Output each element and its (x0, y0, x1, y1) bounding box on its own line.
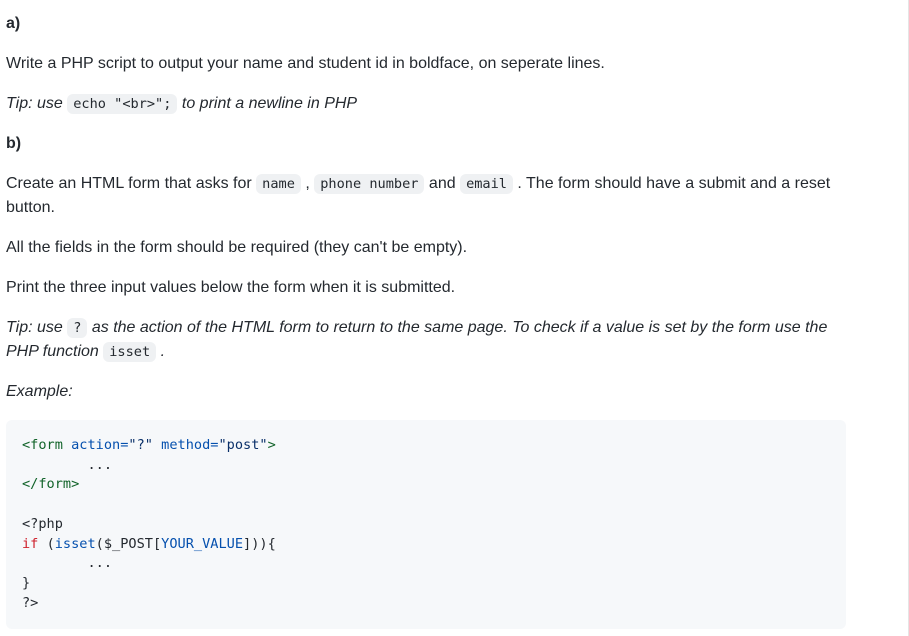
sep2: and (424, 175, 460, 192)
section-b-heading: b) (6, 132, 850, 156)
section-a-tip: Tip: use echo "<br>"; to print a newline… (6, 92, 850, 116)
section-b-intro: Create an HTML form that asks for name ,… (6, 172, 850, 220)
document-content: a) Write a PHP script to output your nam… (6, 0, 850, 629)
tip2-code-q: ? (67, 318, 87, 338)
example-label: Example: (6, 380, 850, 404)
section-a-heading: a) (6, 12, 850, 36)
tip-a-prefix: Tip: use (6, 95, 67, 112)
tip2-suffix: . (156, 343, 165, 360)
example-codeblock: <form action="?" method="post"> ... </fo… (6, 420, 846, 629)
sep1: , (301, 175, 314, 192)
section-a-text: Write a PHP script to output your name a… (6, 52, 850, 76)
tip-a-code: echo "<br>"; (67, 94, 177, 114)
document-page: a) Write a PHP script to output your nam… (0, 0, 909, 636)
print-text: Print the three input values below the f… (6, 276, 850, 300)
section-b-tip: Tip: use ? as the action of the HTML for… (6, 316, 850, 364)
code-name: name (256, 174, 301, 194)
tip2-prefix: Tip: use (6, 319, 67, 336)
code-phone: phone number (314, 174, 424, 194)
tip2-code-isset: isset (103, 342, 156, 362)
intro-prefix: Create an HTML form that asks for (6, 175, 256, 192)
code-email: email (460, 174, 513, 194)
required-text: All the fields in the form should be req… (6, 236, 850, 260)
tip-a-suffix: to print a newline in PHP (177, 95, 357, 112)
